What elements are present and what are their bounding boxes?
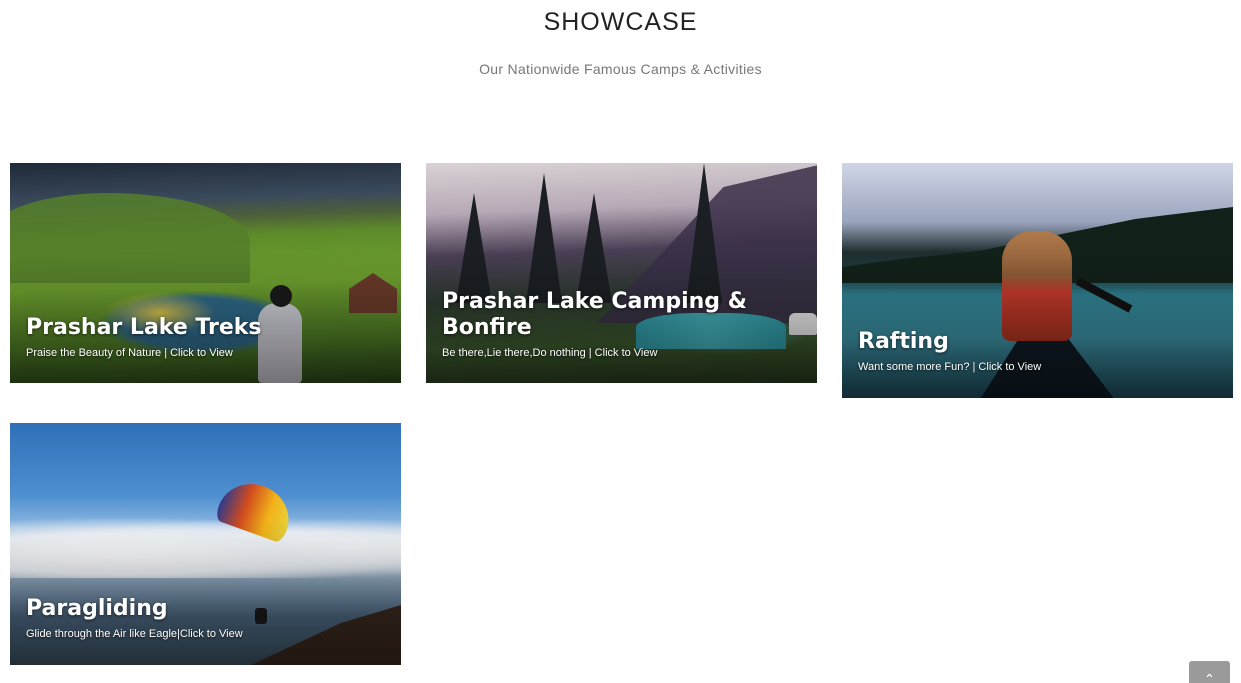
card-description: Be there,Lie there,Do nothing | Click to…: [442, 347, 658, 359]
card-description: Glide through the Air like Eagle|Click t…: [26, 628, 243, 640]
showcase-card-prashar-lake-treks[interactable]: Prashar Lake Treks Praise the Beauty of …: [10, 163, 401, 383]
showcase-page: SHOWCASE Our Nationwide Famous Camps & A…: [0, 0, 1241, 683]
card-title: Paragliding: [26, 596, 168, 621]
card-description: Praise the Beauty of Nature | Click to V…: [26, 347, 233, 359]
scroll-to-top-button[interactable]: ⌃: [1189, 661, 1230, 683]
chevron-up-icon: ⌃: [1203, 671, 1216, 683]
card-title: Rafting: [858, 329, 949, 354]
showcase-card-paragliding[interactable]: Paragliding Glide through the Air like E…: [10, 423, 401, 665]
section-title: SHOWCASE: [543, 8, 698, 36]
card-title: Prashar Lake Camping & Bonfire: [442, 289, 747, 340]
card-caption: Rafting Want some more Fun? | Click to V…: [858, 329, 1221, 373]
card-caption: Paragliding Glide through the Air like E…: [26, 596, 389, 640]
card-description: Want some more Fun? | Click to View: [858, 361, 1042, 373]
card-caption: Prashar Lake Camping & Bonfire Be there,…: [442, 289, 805, 359]
card-caption: Prashar Lake Treks Praise the Beauty of …: [26, 315, 389, 359]
showcase-card-rafting[interactable]: Rafting Want some more Fun? | Click to V…: [842, 163, 1233, 398]
section-subtitle: Our Nationwide Famous Camps & Activities: [479, 61, 762, 77]
card-title: Prashar Lake Treks: [26, 315, 262, 340]
showcase-card-camping-bonfire[interactable]: Prashar Lake Camping & Bonfire Be there,…: [426, 163, 817, 383]
